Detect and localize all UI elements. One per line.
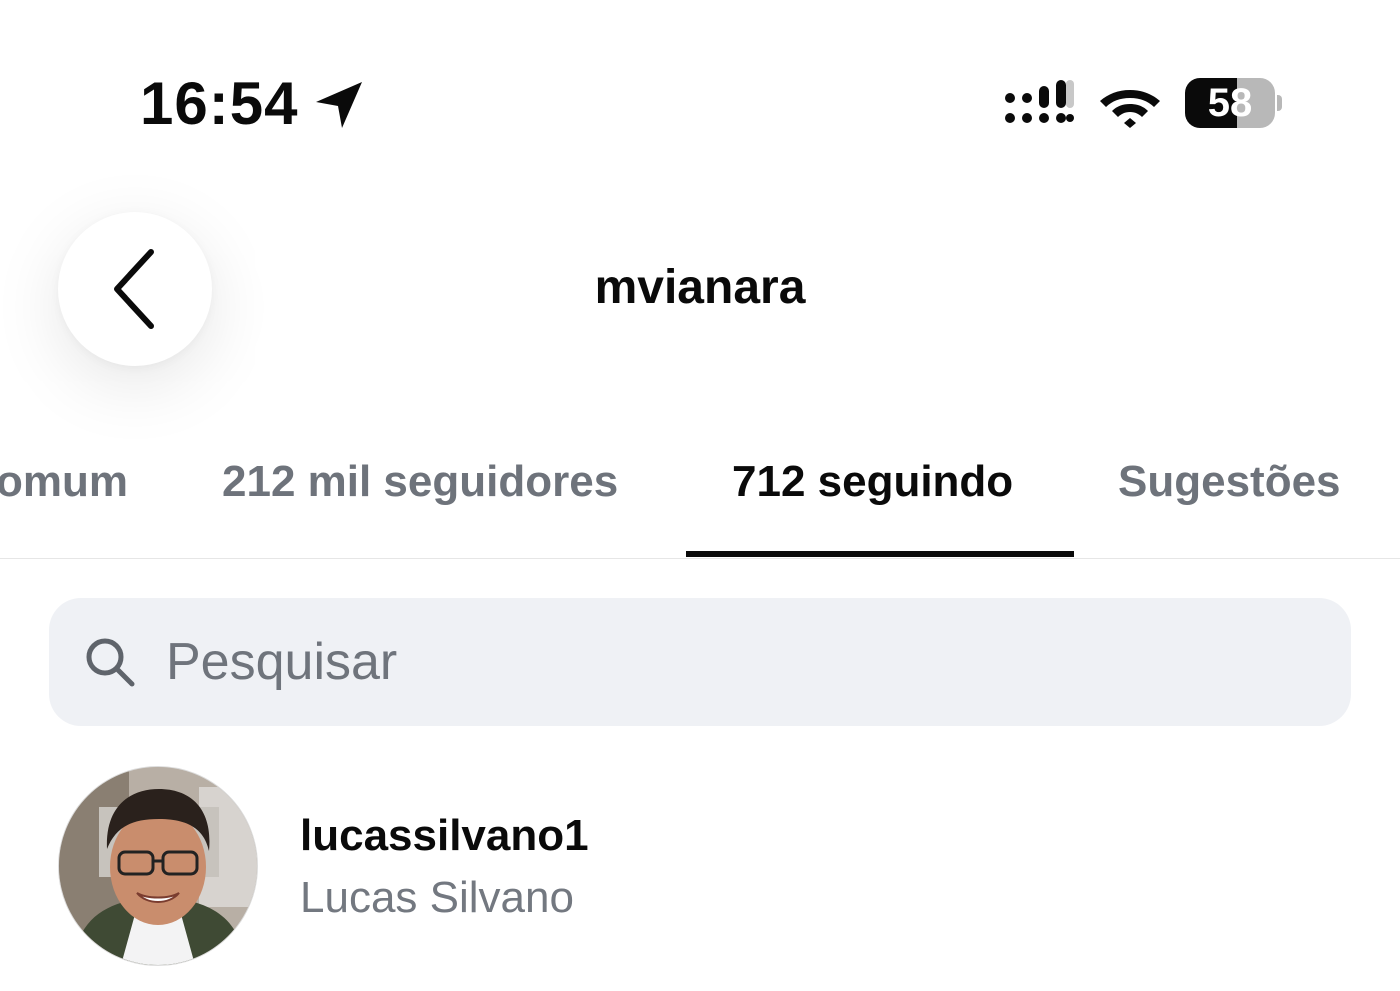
wifi-icon: [1100, 90, 1160, 128]
avatar-photo: [59, 767, 257, 965]
avatar[interactable]: [58, 766, 258, 966]
instagram-following-screen: 16:54 58 mvianara omum 212 mil seguidore…: [0, 0, 1400, 991]
tab-in-common[interactable]: omum: [0, 454, 128, 510]
battery-cap: [1277, 95, 1282, 111]
signal-icon: [1005, 80, 1074, 123]
active-tab-indicator: [686, 551, 1074, 557]
status-time: 16:54: [140, 70, 299, 137]
page-title: mvianara: [594, 261, 806, 314]
tab-followers[interactable]: 212 mil seguidores: [222, 454, 618, 510]
location-arrow-icon: [316, 82, 362, 128]
username[interactable]: lucassilvano1: [300, 808, 589, 864]
battery-level: 58: [1207, 81, 1253, 125]
list-item[interactable]: lucassilvano1 Lucas Silvano: [0, 760, 1400, 970]
tab-following[interactable]: 712 seguindo: [732, 454, 1013, 510]
search-input[interactable]: [160, 626, 1322, 698]
battery-icon: 58: [1185, 78, 1282, 130]
full-name: Lucas Silvano: [300, 873, 574, 922]
search-icon: [86, 638, 135, 687]
tab-bar: omum 212 mil seguidores 712 seguindo Sug…: [0, 440, 1400, 559]
tab-suggestions[interactable]: Sugestões: [1118, 454, 1341, 510]
